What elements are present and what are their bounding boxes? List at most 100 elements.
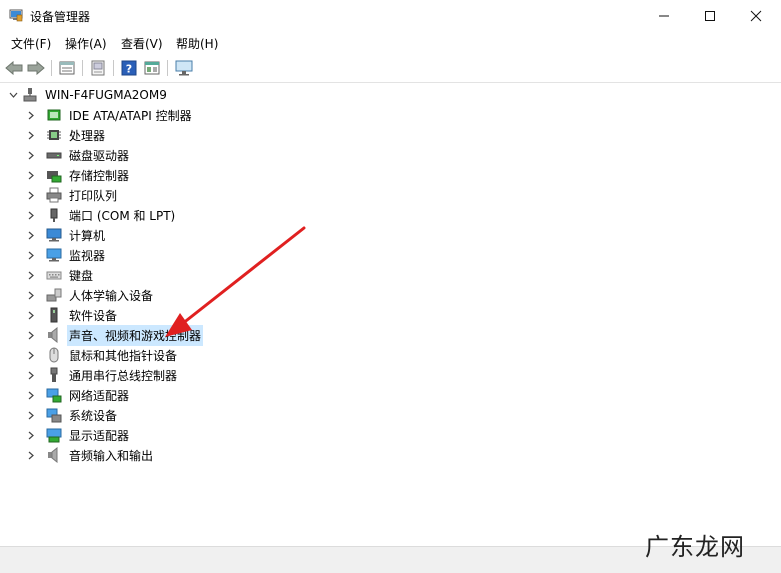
chevron-right-icon[interactable] (25, 145, 37, 165)
tree-item-label: 软件设备 (69, 308, 118, 323)
chevron-right-icon[interactable] (25, 205, 37, 225)
forward-icon (27, 61, 45, 75)
device-manager-app-icon (9, 9, 23, 22)
tree-item-label: 处理器 (69, 128, 106, 143)
chevron-down-icon[interactable] (7, 85, 19, 105)
tree-item-label: 磁盘驱动器 (69, 148, 130, 163)
chevron-right-icon[interactable] (25, 385, 37, 405)
disk-drive-icon (46, 147, 62, 163)
tree-item[interactable]: 鼠标和其他指针设备 (25, 345, 179, 365)
tree-item[interactable]: 计算机 (25, 225, 107, 245)
chevron-right-icon[interactable] (25, 285, 37, 305)
minimize-icon (659, 15, 669, 16)
watermark-text: 广东龙网 (645, 533, 745, 561)
tree-item[interactable]: 音频输入和输出 (25, 445, 155, 465)
tree-root[interactable]: WIN-F4FUGMA2OM9 (7, 85, 169, 105)
tree-item[interactable]: IDE ATA/ATAPI 控制器 (25, 105, 194, 125)
maximize-button[interactable] (687, 0, 733, 31)
minimize-button[interactable] (641, 0, 687, 31)
device-tree: WIN-F4FUGMA2OM9 IDE ATA/ATAPI 控制器 处理器磁盘驱动… (0, 83, 781, 545)
properties-button[interactable] (57, 58, 77, 78)
chevron-right-icon[interactable] (25, 165, 37, 185)
printer-icon (46, 187, 62, 203)
help-button[interactable]: ? (119, 58, 139, 78)
tree-item-label: 监视器 (69, 248, 106, 263)
chevron-right-icon[interactable] (25, 365, 37, 385)
menu-action[interactable]: 操作(A) (65, 35, 107, 52)
update-driver-button[interactable] (88, 58, 108, 78)
menu-file[interactable]: 文件(F) (11, 35, 51, 52)
tree-item[interactable]: 通用串行总线控制器 (25, 365, 179, 385)
tree-item-label: 打印队列 (69, 188, 118, 203)
tree-item[interactable]: 软件设备 (25, 305, 119, 325)
tree-item[interactable]: 人体学输入设备 (25, 285, 155, 305)
chevron-right-icon[interactable] (25, 225, 37, 245)
port-icon (46, 207, 62, 223)
tree-item-label: 鼠标和其他指针设备 (69, 348, 178, 363)
tree-item-label: 声音、视频和游戏控制器 (67, 324, 204, 346)
speaker-icon (46, 327, 62, 343)
chevron-right-icon[interactable] (25, 305, 37, 325)
tree-item[interactable]: 键盘 (25, 265, 95, 285)
storage-controller-icon (46, 167, 62, 183)
svg-text:?: ? (126, 63, 132, 76)
tree-item[interactable]: 磁盘驱动器 (25, 145, 131, 165)
chevron-right-icon[interactable] (25, 405, 37, 425)
tree-item-label: 人体学输入设备 (69, 288, 154, 303)
menu-help[interactable]: 帮助(H) (176, 35, 218, 52)
menu-bar: 文件(F) 操作(A) 查看(V) 帮助(H) (0, 31, 781, 54)
tree-item[interactable]: 系统设备 (25, 405, 119, 425)
update-icon (91, 60, 105, 76)
chevron-right-icon[interactable] (25, 105, 37, 125)
chevron-right-icon[interactable] (25, 325, 37, 345)
tree-item-label: IDE ATA/ATAPI 控制器 (69, 108, 192, 123)
toolbar: ? (0, 54, 781, 83)
monitor-icon (46, 247, 62, 263)
tree-item[interactable]: 显示适配器 (25, 425, 131, 445)
toolbar-separator (51, 60, 52, 76)
computer-network-icon (22, 87, 38, 103)
audio-io-icon (46, 447, 62, 463)
toolbar-separator (113, 60, 114, 76)
chevron-right-icon[interactable] (25, 425, 37, 445)
close-button[interactable] (733, 0, 779, 31)
back-button[interactable] (4, 58, 24, 78)
help-icon: ? (121, 60, 137, 76)
forward-button[interactable] (26, 58, 46, 78)
chevron-right-icon[interactable] (25, 185, 37, 205)
keyboard-icon (46, 267, 62, 283)
root-label: WIN-F4FUGMA2OM9 (45, 88, 167, 102)
ide-controller-icon (46, 107, 62, 123)
tree-item-label: 键盘 (69, 268, 94, 283)
chevron-right-icon[interactable] (25, 445, 37, 465)
display-adapter-icon (46, 427, 62, 443)
tree-item[interactable]: 监视器 (25, 245, 107, 265)
chevron-right-icon[interactable] (25, 245, 37, 265)
tree-item[interactable]: 打印队列 (25, 185, 119, 205)
network-adapter-icon (46, 387, 62, 403)
tree-item[interactable]: 处理器 (25, 125, 107, 145)
tree-item-label: 端口 (COM 和 LPT) (69, 208, 176, 223)
chevron-right-icon[interactable] (25, 345, 37, 365)
show-hidden-button[interactable] (142, 58, 162, 78)
tree-item[interactable]: 端口 (COM 和 LPT) (25, 205, 177, 225)
chevron-right-icon[interactable] (25, 265, 37, 285)
close-icon (750, 10, 762, 21)
software-device-icon (46, 307, 62, 323)
tree-item[interactable]: 存储控制器 (25, 165, 131, 185)
menu-view[interactable]: 查看(V) (121, 35, 163, 52)
window-title: 设备管理器 (30, 10, 91, 24)
title-bar: 设备管理器 (0, 0, 781, 31)
system-device-icon (46, 407, 62, 423)
chevron-right-icon[interactable] (25, 125, 37, 145)
tree-item-label: 通用串行总线控制器 (69, 368, 178, 383)
processor-icon (46, 127, 62, 143)
tree-item-label: 音频输入和输出 (69, 448, 154, 463)
scan-hardware-button[interactable] (174, 58, 194, 78)
hid-icon (46, 287, 62, 303)
tree-item[interactable]: 网络适配器 (25, 385, 131, 405)
tree-item-label: 系统设备 (69, 408, 118, 423)
tree-item[interactable]: 声音、视频和游戏控制器 (25, 324, 204, 346)
show-hidden-icon (144, 61, 160, 75)
toolbar-separator (82, 60, 83, 76)
